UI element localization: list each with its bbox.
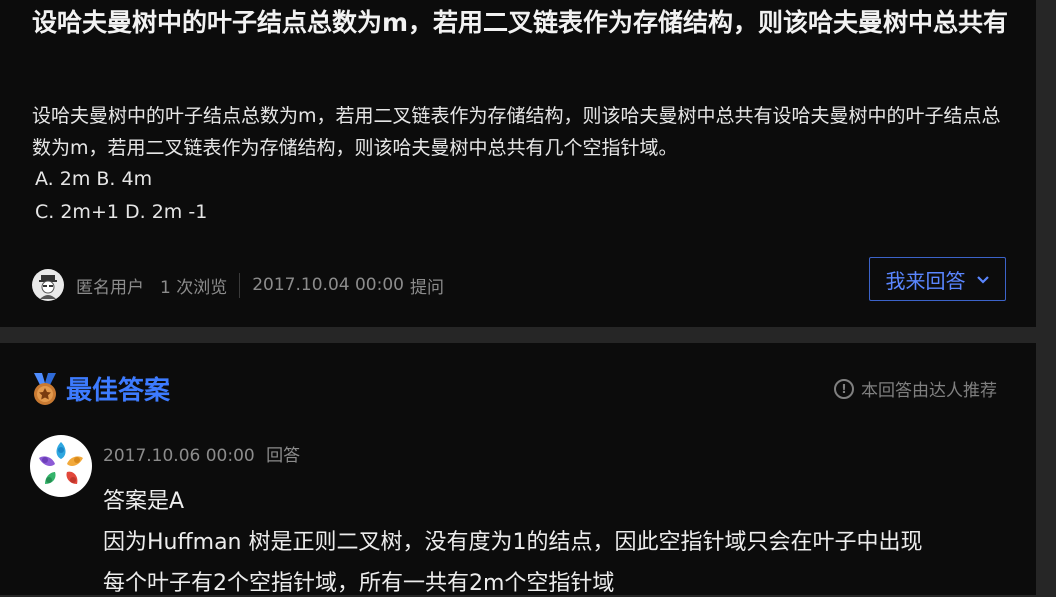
info-icon: ! [834,378,854,399]
question-title: 设哈夫曼树中的叶子结点总数为m，若用二叉链表作为存储结构，则该哈夫曼树中总共有 [32,8,1009,37]
question-meta: 匿名用户 1 次浏览 2017.10.04 00:00 提问 [32,268,444,302]
anonymous-avatar-icon[interactable] [32,269,64,301]
answer-line: 每个叶子有2个空指针域，所有一共有2m个空指针域 [103,571,615,596]
answer-meta: 2017.10.06 00:00 回答 [103,441,300,466]
recommend-text: 本回答由达人推荐 [861,381,997,401]
question-body: 设哈夫曼树中的叶子结点总数为m，若用二叉链表作为存储结构，则该哈夫曼树中总共有设… [32,105,1001,159]
question-options-row-2: C. 2m+1 D. 2m -1 [35,201,208,223]
recommend-note: ! 本回答由达人推荐 [834,376,997,401]
answer-action-label: 回答 [266,446,301,466]
answer-line: 因为Huffman 树是正则二叉树，没有度为1的结点，因此空指针域只会在叶子中出… [103,530,923,555]
best-answer-header: 最佳答案 [30,370,170,407]
chevron-down-icon [976,272,990,288]
answer-button-label: 我来回答 [885,270,966,293]
answer-button[interactable]: 我来回答 [869,257,1006,301]
best-answer-card: 最佳答案 ! 本回答由达人推荐 2017.10.06 00:00 回答 答案是A… [0,343,1036,596]
best-answer-title: 最佳答案 [66,376,171,406]
medal-icon [34,372,56,405]
question-card: 设哈夫曼树中的叶子结点总数为m，若用二叉链表作为存储结构，则该哈夫曼树中总共有 … [0,0,1036,327]
answer-date: 2017.10.06 00:00 [103,446,255,466]
question-options-row-1: A. 2m B. 4m [35,168,153,190]
question-action-label: 提问 [409,277,444,298]
view-count: 1 次浏览 [160,272,241,298]
user-avatar-icon[interactable] [30,435,92,497]
question-date: 2017.10.04 00:00 [252,275,404,295]
author-name[interactable]: 匿名用户 [76,273,144,298]
answer-line: 答案是A [103,489,185,514]
